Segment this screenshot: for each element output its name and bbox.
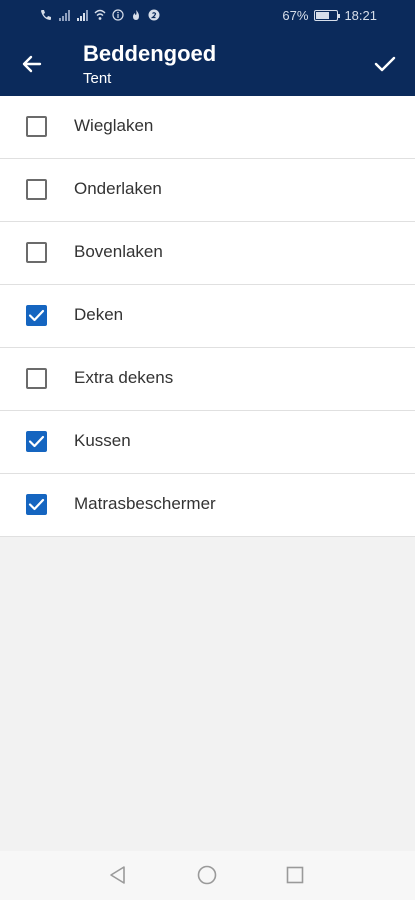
checkbox-unchecked[interactable] — [26, 179, 47, 200]
notification-badge-icon — [148, 9, 160, 21]
checkbox-unchecked[interactable] — [26, 116, 47, 137]
list-item[interactable]: Bovenlaken — [0, 222, 415, 285]
app-bar: Beddengoed Tent — [0, 32, 415, 96]
page-subtitle: Tent — [83, 70, 112, 87]
call-icon — [41, 10, 51, 20]
page-title: Beddengoed — [83, 41, 217, 66]
list-item-label: Bovenlaken — [74, 242, 163, 261]
checkbox-checked[interactable] — [26, 431, 47, 452]
battery-level-fill — [316, 12, 330, 19]
confirm-button[interactable] — [369, 48, 401, 80]
checkbox-checked[interactable] — [26, 305, 47, 326]
arrow-left-icon — [22, 55, 42, 73]
system-nav-bar — [0, 851, 415, 900]
checkbox-checked[interactable] — [26, 494, 47, 515]
wifi-icon — [94, 9, 106, 20]
checkmark-icon — [374, 56, 396, 72]
list-item[interactable]: Deken — [0, 285, 415, 348]
status-icons-right: 67% 18:21 — [282, 8, 377, 23]
list-item-label: Onderlaken — [74, 179, 162, 198]
checkbox-unchecked[interactable] — [26, 242, 47, 263]
battery-percent: 67% — [282, 8, 309, 23]
status-time: 18:21 — [344, 8, 377, 23]
checkmark-icon — [28, 498, 45, 511]
status-bar: 67% 18:21 — [0, 0, 415, 32]
list-item-label: Deken — [74, 305, 124, 324]
info-icon — [112, 9, 124, 21]
list-item[interactable]: Onderlaken — [0, 159, 415, 222]
list-item-label: Matrasbeschermer — [74, 494, 216, 513]
list-item[interactable]: Extra dekens — [0, 348, 415, 411]
checkmark-icon — [28, 309, 45, 322]
list-item[interactable]: Wieglaken — [0, 96, 415, 159]
signal-icon — [77, 10, 88, 21]
battery-icon — [314, 10, 341, 21]
list-item[interactable]: Matrasbeschermer — [0, 474, 415, 537]
recents-square-icon[interactable] — [284, 864, 306, 886]
list-item-label: Extra dekens — [74, 368, 174, 387]
list-item-label: Kussen — [74, 431, 131, 450]
checkbox-unchecked[interactable] — [26, 368, 47, 389]
back-button[interactable] — [16, 48, 48, 80]
screen: 67% 18:21 Beddengoed Tent Wieglaken Onder… — [0, 0, 415, 900]
status-icons-left — [40, 9, 160, 21]
list-item[interactable]: Kussen — [0, 411, 415, 474]
signal-icon — [59, 10, 70, 21]
flame-icon — [133, 10, 139, 20]
back-triangle-icon[interactable] — [107, 864, 129, 886]
checklist: Wieglaken Onderlaken Bovenlaken Deken Extra … — [0, 96, 415, 537]
list-item-label: Wieglaken — [74, 116, 154, 135]
checkmark-icon — [28, 435, 45, 448]
home-circle-icon[interactable] — [196, 864, 218, 886]
